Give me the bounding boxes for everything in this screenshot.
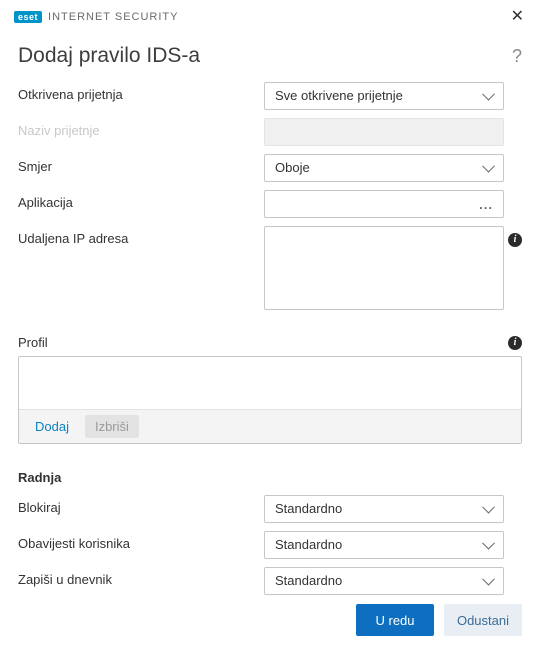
threat-name-label: Naziv prijetnje <box>18 118 264 138</box>
log-label: Zapiši u dnevnik <box>18 567 264 587</box>
row-remote-ip: Udaljena IP adresa i <box>18 226 522 313</box>
info-icon[interactable]: i <box>508 336 522 350</box>
threat-label: Otkrivena prijetnja <box>18 82 264 102</box>
row-block: Blokiraj Standardno <box>18 495 522 523</box>
row-threat-name: Naziv prijetnje <box>18 118 522 146</box>
dialog-header: Dodaj pravilo IDS-a ? <box>0 32 540 82</box>
notify-select[interactable]: Standardno <box>264 531 504 559</box>
cancel-button[interactable]: Odustani <box>444 604 522 636</box>
brand-text: INTERNET SECURITY <box>48 11 178 23</box>
profile-label: Profil <box>18 335 48 350</box>
browse-icon[interactable]: ... <box>479 197 493 212</box>
brand-badge: eset <box>14 11 42 23</box>
block-label: Blokiraj <box>18 495 264 515</box>
form-action: Blokiraj Standardno Obavijesti korisnika… <box>0 495 540 595</box>
threat-select[interactable]: Sve otkrivene prijetnje <box>264 82 504 110</box>
row-notify: Obavijesti korisnika Standardno <box>18 531 522 559</box>
dialog-footer: U redu Odustani <box>0 590 540 650</box>
profile-box: Dodaj Izbriši <box>18 356 522 444</box>
action-heading: Radnja <box>0 444 540 495</box>
block-select[interactable]: Standardno <box>264 495 504 523</box>
help-icon[interactable]: ? <box>512 46 522 67</box>
profile-delete-button[interactable]: Izbriši <box>85 415 139 438</box>
remote-ip-label: Udaljena IP adresa <box>18 226 264 246</box>
application-input[interactable]: ... <box>264 190 504 218</box>
notify-label: Obavijesti korisnika <box>18 531 264 551</box>
titlebar: eset INTERNET SECURITY ✕ <box>0 0 540 32</box>
application-label: Aplikacija <box>18 190 264 210</box>
profile-list[interactable] <box>19 357 521 409</box>
row-direction: Smjer Oboje <box>18 154 522 182</box>
threat-select-value: Sve otkrivene prijetnje <box>275 88 403 103</box>
direction-select-value: Oboje <box>275 160 310 175</box>
info-icon[interactable]: i <box>508 233 522 247</box>
profile-actions: Dodaj Izbriši <box>19 409 521 443</box>
row-application: Aplikacija ... <box>18 190 522 218</box>
profile-add-button[interactable]: Dodaj <box>25 415 79 438</box>
direction-select[interactable]: Oboje <box>264 154 504 182</box>
remote-ip-textarea[interactable] <box>264 226 504 310</box>
profile-header: Profil i <box>0 321 540 356</box>
direction-label: Smjer <box>18 154 264 174</box>
block-select-value: Standardno <box>275 501 342 516</box>
notify-select-value: Standardno <box>275 537 342 552</box>
app-logo: eset INTERNET SECURITY <box>14 11 179 23</box>
close-icon[interactable]: ✕ <box>507 9 528 25</box>
form-main: Otkrivena prijetnja Sve otkrivene prijet… <box>0 82 540 313</box>
log-select-value: Standardno <box>275 573 342 588</box>
page-title: Dodaj pravilo IDS-a <box>18 44 200 68</box>
threat-name-input <box>264 118 504 146</box>
row-threat: Otkrivena prijetnja Sve otkrivene prijet… <box>18 82 522 110</box>
ok-button[interactable]: U redu <box>356 604 434 636</box>
